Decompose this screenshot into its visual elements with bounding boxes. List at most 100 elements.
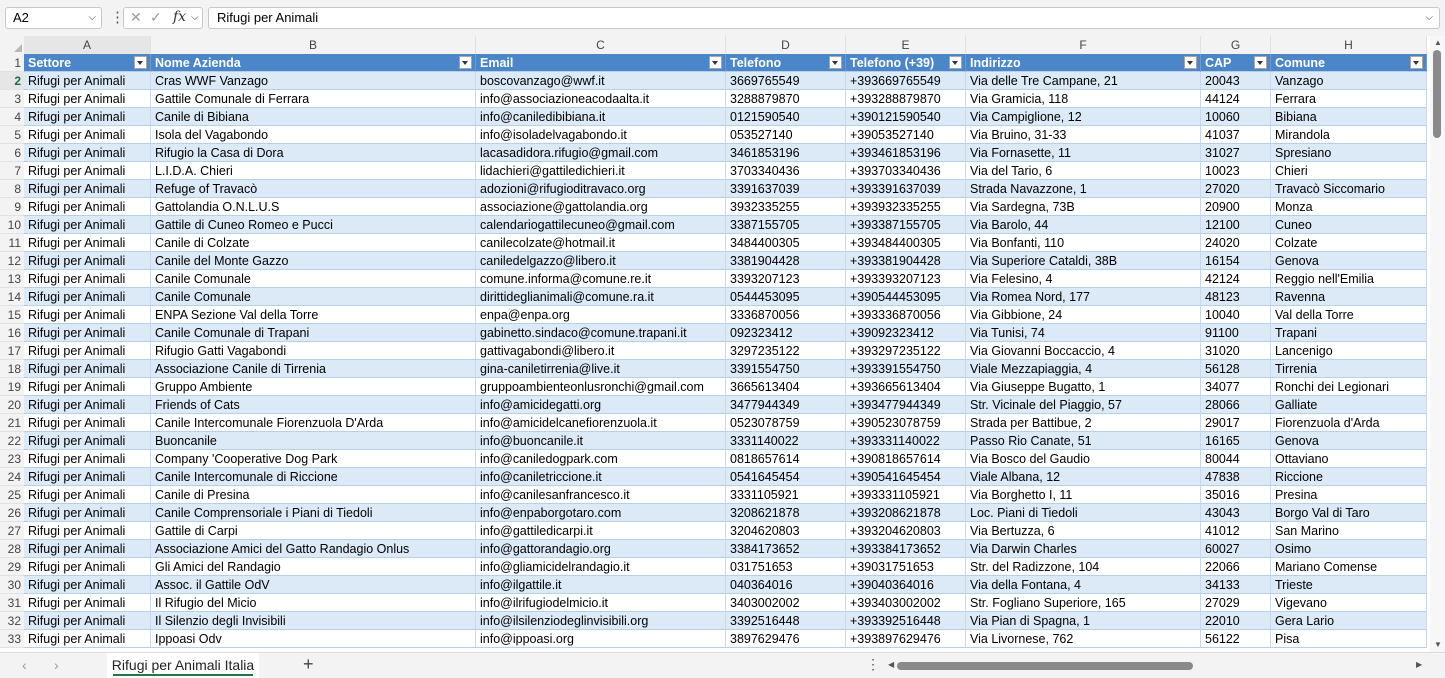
- table-cell[interactable]: info@ilgattile.it: [476, 576, 726, 594]
- table-cell[interactable]: 3665613404: [726, 378, 846, 396]
- table-cell[interactable]: Canile di Colzate: [151, 234, 476, 252]
- table-cell[interactable]: +390544453095: [846, 288, 966, 306]
- column-header-a[interactable]: A: [24, 36, 151, 54]
- header-cell[interactable]: Telefono: [726, 54, 846, 72]
- table-cell[interactable]: Borgo Val di Taro: [1271, 504, 1427, 522]
- table-cell[interactable]: Via Tunisi, 74: [966, 324, 1201, 342]
- table-cell[interactable]: +393665613404: [846, 378, 966, 396]
- table-cell[interactable]: +393461853196: [846, 144, 966, 162]
- table-cell[interactable]: Via Bosco del Gaudio: [966, 450, 1201, 468]
- table-cell[interactable]: 3932335255: [726, 198, 846, 216]
- row-header[interactable]: 10: [0, 216, 24, 234]
- more-options-icon[interactable]: ⋮: [110, 8, 125, 26]
- table-cell[interactable]: Via Bruino, 31-33: [966, 126, 1201, 144]
- row-header[interactable]: 3: [0, 90, 24, 108]
- table-cell[interactable]: 3391637039: [726, 180, 846, 198]
- table-cell[interactable]: +39031751653: [846, 558, 966, 576]
- table-cell[interactable]: 43043: [1201, 504, 1271, 522]
- name-box[interactable]: A2 ⌵: [5, 7, 102, 29]
- table-cell[interactable]: Str. Vicinale del Piaggio, 57: [966, 396, 1201, 414]
- table-cell[interactable]: Rifugi per Animali: [24, 612, 151, 630]
- table-cell[interactable]: 3387155705: [726, 216, 846, 234]
- table-cell[interactable]: Gera Lario: [1271, 612, 1427, 630]
- filter-dropdown-icon[interactable]: [829, 56, 842, 69]
- table-cell[interactable]: Via Bonfanti, 110: [966, 234, 1201, 252]
- table-cell[interactable]: 3403002002: [726, 594, 846, 612]
- table-cell[interactable]: Company 'Cooperative Dog Park: [151, 450, 476, 468]
- table-cell[interactable]: gabinetto.sindaco@comune.trapani.it: [476, 324, 726, 342]
- table-cell[interactable]: 3897629476: [726, 630, 846, 648]
- row-header[interactable]: 23: [0, 450, 24, 468]
- confirm-icon[interactable]: ✓: [150, 9, 162, 26]
- table-cell[interactable]: Cras WWF Vanzago: [151, 72, 476, 90]
- row-header[interactable]: 6: [0, 144, 24, 162]
- table-cell[interactable]: 10023: [1201, 162, 1271, 180]
- table-cell[interactable]: Rifugi per Animali: [24, 180, 151, 198]
- table-cell[interactable]: Canile Comunale: [151, 288, 476, 306]
- table-cell[interactable]: +393393207123: [846, 270, 966, 288]
- table-cell[interactable]: Via Bertuzza, 6: [966, 522, 1201, 540]
- table-cell[interactable]: 22010: [1201, 612, 1271, 630]
- row-header[interactable]: 27: [0, 522, 24, 540]
- row-header[interactable]: 13: [0, 270, 24, 288]
- table-cell[interactable]: 24020: [1201, 234, 1271, 252]
- table-cell[interactable]: 3331105921: [726, 486, 846, 504]
- table-cell[interactable]: Str. Fogliano Superiore, 165: [966, 594, 1201, 612]
- table-cell[interactable]: Tirrenia: [1271, 360, 1427, 378]
- table-cell[interactable]: 47838: [1201, 468, 1271, 486]
- table-cell[interactable]: Rifugi per Animali: [24, 540, 151, 558]
- table-cell[interactable]: Associazione Canile di Tirrenia: [151, 360, 476, 378]
- table-cell[interactable]: Trapani: [1271, 324, 1427, 342]
- table-cell[interactable]: +39053527140: [846, 126, 966, 144]
- table-cell[interactable]: Vanzago: [1271, 72, 1427, 90]
- table-cell[interactable]: +393208621878: [846, 504, 966, 522]
- table-cell[interactable]: Gattile di Carpi: [151, 522, 476, 540]
- row-header[interactable]: 24: [0, 468, 24, 486]
- table-cell[interactable]: Rifugi per Animali: [24, 396, 151, 414]
- table-cell[interactable]: Str. del Radizzone, 104: [966, 558, 1201, 576]
- row-header[interactable]: 20: [0, 396, 24, 414]
- table-cell[interactable]: Rifugi per Animali: [24, 576, 151, 594]
- table-cell[interactable]: Rifugi per Animali: [24, 360, 151, 378]
- row-header[interactable]: 11: [0, 234, 24, 252]
- worksheet-grid[interactable]: ABCDEFGH 1 Settore Nome Azienda Email Telefo…: [0, 36, 1445, 652]
- table-cell[interactable]: 0121590540: [726, 108, 846, 126]
- table-cell[interactable]: Via Campiglione, 12: [966, 108, 1201, 126]
- expand-formula-chevron-down-icon[interactable]: ⌵: [1425, 8, 1433, 28]
- table-cell[interactable]: Rifugi per Animali: [24, 594, 151, 612]
- table-cell[interactable]: Rifugi per Animali: [24, 378, 151, 396]
- table-cell[interactable]: Via Giovanni Boccaccio, 4: [966, 342, 1201, 360]
- table-cell[interactable]: 29017: [1201, 414, 1271, 432]
- table-cell[interactable]: +390818657614: [846, 450, 966, 468]
- row-header[interactable]: 21: [0, 414, 24, 432]
- table-cell[interactable]: 42124: [1201, 270, 1271, 288]
- table-cell[interactable]: Rifugi per Animali: [24, 432, 151, 450]
- row-header[interactable]: 31: [0, 594, 24, 612]
- row-header[interactable]: 26: [0, 504, 24, 522]
- table-cell[interactable]: info@ippoasi.org: [476, 630, 726, 648]
- table-cell[interactable]: L.I.D.A. Chieri: [151, 162, 476, 180]
- header-cell[interactable]: Nome Azienda: [151, 54, 476, 72]
- table-cell[interactable]: +393669765549: [846, 72, 966, 90]
- table-cell[interactable]: Ferrara: [1271, 90, 1427, 108]
- filter-dropdown-icon[interactable]: [1184, 56, 1197, 69]
- table-cell[interactable]: Galliate: [1271, 396, 1427, 414]
- prev-sheet-icon[interactable]: ‹: [22, 657, 27, 673]
- table-cell[interactable]: info@amicidegatti.org: [476, 396, 726, 414]
- table-cell[interactable]: Rifugi per Animali: [24, 306, 151, 324]
- table-cell[interactable]: 10040: [1201, 306, 1271, 324]
- table-cell[interactable]: Gruppo Ambiente: [151, 378, 476, 396]
- sheet-options-icon[interactable]: ⋮: [866, 656, 880, 673]
- table-cell[interactable]: +393403002002: [846, 594, 966, 612]
- table-cell[interactable]: Via Felesino, 4: [966, 270, 1201, 288]
- table-cell[interactable]: 3381904428: [726, 252, 846, 270]
- filter-dropdown-icon[interactable]: [134, 56, 147, 69]
- row-header[interactable]: 9: [0, 198, 24, 216]
- row-header[interactable]: 2: [0, 72, 24, 90]
- table-cell[interactable]: Via della Fontana, 4: [966, 576, 1201, 594]
- row-header[interactable]: 32: [0, 612, 24, 630]
- table-cell[interactable]: 3461853196: [726, 144, 846, 162]
- table-cell[interactable]: 0541645454: [726, 468, 846, 486]
- table-cell[interactable]: Val della Torre: [1271, 306, 1427, 324]
- table-cell[interactable]: Bibiana: [1271, 108, 1427, 126]
